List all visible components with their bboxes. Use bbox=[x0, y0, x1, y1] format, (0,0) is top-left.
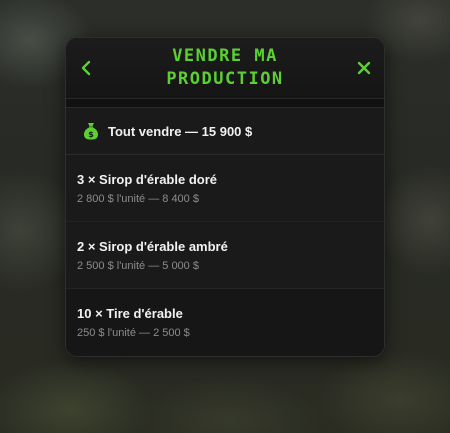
product-name: 3 × Sirop d'érable doré bbox=[77, 172, 217, 187]
product-price: 2 500 $ l'unité — 5 000 $ bbox=[77, 260, 199, 272]
product-item-sirop-dore[interactable]: 3 × Sirop d'érable doré 2 800 $ l'unité … bbox=[66, 155, 384, 222]
sell-all-label: Tout vendre — 15 900 $ bbox=[108, 123, 253, 139]
product-item-tire-erable[interactable]: 10 × Tire d'érable 250 $ l'unité — 2 500… bbox=[66, 289, 384, 356]
product-price: 2 800 $ l'unité — 8 400 $ bbox=[77, 193, 199, 205]
close-icon bbox=[357, 61, 371, 75]
page-title: VENDRE MA PRODUCTION bbox=[166, 46, 284, 89]
close-button[interactable] bbox=[352, 56, 376, 80]
product-name: 2 × Sirop d'érable ambré bbox=[77, 239, 228, 254]
chevron-left-icon bbox=[81, 60, 91, 76]
svg-text:$: $ bbox=[88, 130, 94, 139]
product-item-sirop-ambre[interactable]: 2 × Sirop d'érable ambré 2 500 $ l'unité… bbox=[66, 222, 384, 289]
sell-production-panel: VENDRE MA PRODUCTION $ Tout vendre — 15 … bbox=[65, 37, 385, 357]
product-price: 250 $ l'unité — 2 500 $ bbox=[77, 327, 190, 339]
product-name: 10 × Tire d'érable bbox=[77, 306, 183, 321]
panel-header: VENDRE MA PRODUCTION bbox=[66, 38, 384, 99]
money-bag-icon: $ bbox=[83, 123, 99, 140]
header-divider bbox=[66, 99, 384, 107]
sell-all-button[interactable]: $ Tout vendre — 15 900 $ bbox=[66, 107, 384, 155]
back-button[interactable] bbox=[74, 56, 98, 80]
